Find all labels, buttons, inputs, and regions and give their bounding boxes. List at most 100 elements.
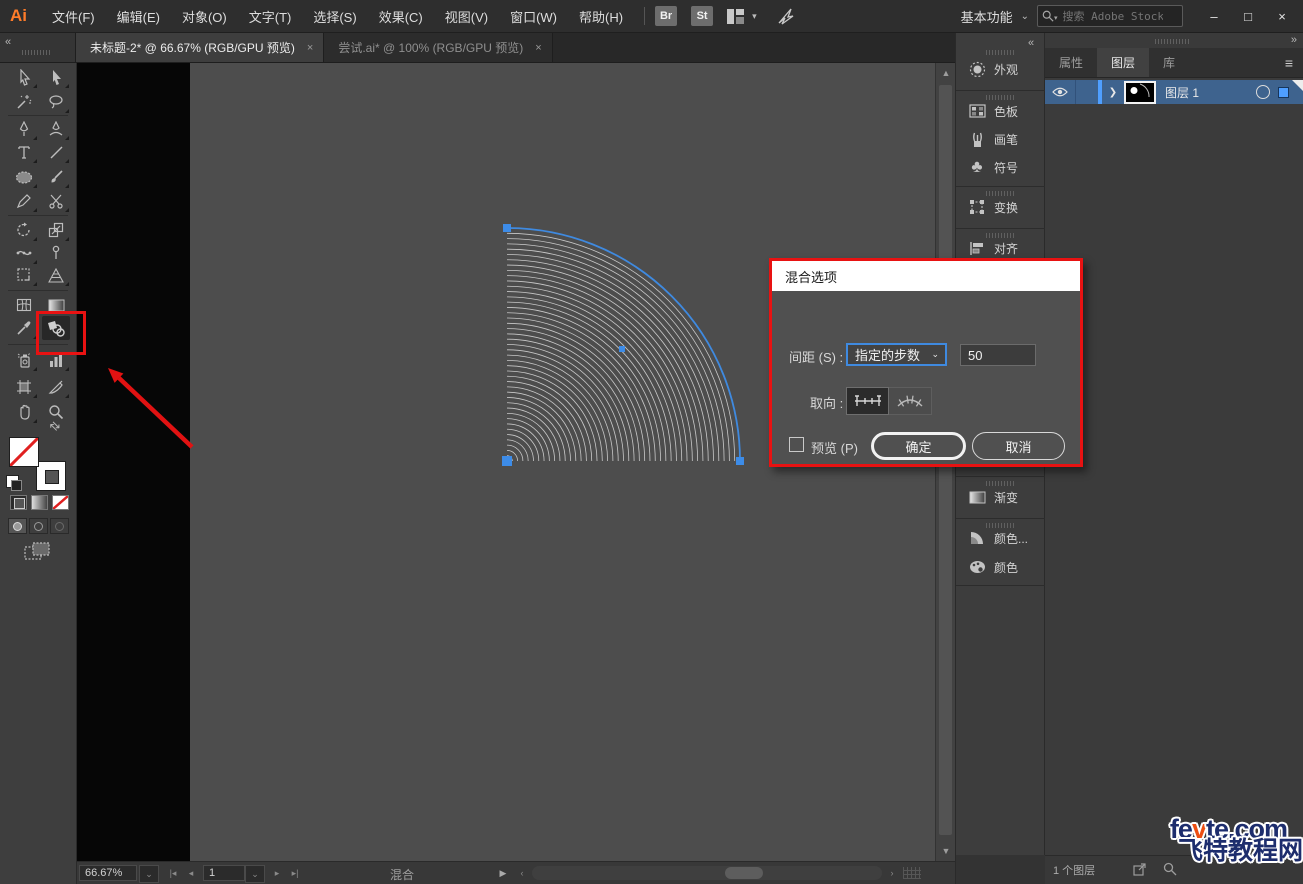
document-tab-inactive[interactable]: 尝试.ai* @ 100% (RGB/GPU 预览) ×	[324, 33, 552, 62]
search-input[interactable]	[1061, 9, 1165, 24]
none-mode-button[interactable]	[52, 495, 69, 510]
dock-gripper[interactable]	[986, 50, 1016, 55]
scroll-up-icon[interactable]: ▲	[936, 68, 955, 78]
draw-normal-mode-button[interactable]	[8, 518, 27, 534]
panel-button-color[interactable]: 颜色	[956, 554, 1046, 580]
menu-view[interactable]: 视图(V)	[434, 7, 499, 26]
puppet-warp-tool[interactable]	[42, 241, 70, 265]
slice-tool[interactable]	[42, 375, 70, 399]
stock-search-box[interactable]: ▾	[1037, 5, 1183, 27]
rotate-tool[interactable]	[10, 218, 38, 242]
document-tab-active[interactable]: 未标题-2* @ 66.67% (RGB/GPU 预览) ×	[76, 33, 324, 62]
arrange-documents-chevron-icon[interactable]: ▾	[752, 11, 757, 22]
default-fill-stroke-icon[interactable]	[6, 475, 19, 488]
screen-mode-button[interactable]	[24, 541, 52, 568]
dialog-title-bar[interactable]: 混合选项	[772, 261, 1080, 291]
menu-type[interactable]: 文字(T)	[238, 7, 303, 26]
fill-color-swatch[interactable]	[9, 437, 39, 467]
orientation-align-page-button[interactable]	[846, 387, 889, 415]
horizontal-scrollbar[interactable]	[532, 866, 882, 880]
panel-button-color-guide[interactable]: 颜色...	[956, 525, 1046, 551]
layer-visibility-eye-icon[interactable]	[1045, 87, 1075, 97]
spacing-dropdown[interactable]: 指定的步数 ⌄	[846, 343, 947, 366]
lasso-tool[interactable]	[42, 90, 70, 114]
horizontal-scrollbar-thumb[interactable]	[725, 867, 763, 879]
artboard-number-field[interactable]: 1	[203, 865, 245, 881]
status-menu-icon[interactable]: ▶	[495, 865, 511, 881]
panel-button-transform[interactable]: 变换	[956, 194, 1046, 220]
tab-layers[interactable]: 图层	[1097, 48, 1149, 77]
menu-select[interactable]: 选择(S)	[302, 7, 367, 26]
shaper-tool[interactable]	[10, 189, 38, 213]
curvature-tool[interactable]	[42, 117, 70, 141]
magic-wand-tool[interactable]	[10, 90, 38, 114]
stock-button[interactable]: St	[691, 6, 713, 26]
ellipse-tool[interactable]	[10, 165, 38, 189]
panel-button-brushes[interactable]: 画笔	[956, 126, 1046, 152]
expand-dock-icon[interactable]: »	[1291, 34, 1297, 46]
menu-help[interactable]: 帮助(H)	[568, 7, 634, 26]
direct-selection-tool[interactable]	[42, 65, 70, 89]
workspace-switcher[interactable]: 基本功能 ⌄	[961, 7, 1037, 26]
eyedropper-tool[interactable]	[10, 316, 38, 340]
share-rocket-icon[interactable]	[777, 7, 795, 25]
panel-menu-icon[interactable]: ≡	[1285, 48, 1303, 77]
close-button[interactable]: ×	[1265, 5, 1299, 27]
panel-button-swatches[interactable]: 色板	[956, 98, 1046, 124]
ok-button[interactable]: 确定	[871, 432, 966, 460]
free-transform-tool[interactable]	[10, 263, 38, 287]
paintbrush-tool[interactable]	[42, 165, 70, 189]
symbol-sprayer-tool[interactable]	[10, 348, 38, 372]
layer-target-icon[interactable]	[1256, 85, 1270, 99]
hscroll-left-icon[interactable]: ‹	[515, 865, 529, 881]
bridge-button[interactable]: Br	[655, 6, 677, 26]
layer-thumbnail[interactable]	[1124, 81, 1156, 104]
color-mode-button[interactable]	[10, 495, 27, 510]
gradient-mode-button[interactable]	[31, 495, 48, 510]
panel-gripper[interactable]	[1155, 39, 1189, 44]
menu-window[interactable]: 窗口(W)	[499, 7, 568, 26]
menu-edit[interactable]: 编辑(E)	[106, 7, 171, 26]
tab-properties[interactable]: 属性	[1045, 48, 1097, 77]
locate-object-icon[interactable]	[1163, 862, 1177, 879]
menu-effect[interactable]: 效果(C)	[368, 7, 434, 26]
arrange-documents-icon[interactable]	[727, 9, 744, 24]
tab-libraries[interactable]: 库	[1149, 48, 1189, 77]
collapse-dock-icon[interactable]: «	[1028, 37, 1034, 49]
zoom-level-field[interactable]: 66.67%	[79, 865, 137, 881]
type-tool[interactable]	[10, 140, 38, 164]
last-artboard-icon[interactable]: ▸|	[287, 865, 303, 881]
collapse-toolbar-icon[interactable]: «	[5, 36, 11, 48]
selection-tool[interactable]	[10, 65, 38, 89]
scissors-tool[interactable]	[42, 189, 70, 213]
minimize-button[interactable]: –	[1197, 5, 1231, 27]
width-tool[interactable]	[10, 241, 38, 265]
tab-close-icon[interactable]: ×	[307, 42, 313, 54]
statusbar-resize-grip[interactable]	[903, 867, 921, 879]
previous-artboard-icon[interactable]: ◂	[183, 865, 199, 881]
layer-selection-indicator[interactable]	[1278, 87, 1289, 98]
panel-button-gradient[interactable]: 渐变	[956, 484, 1046, 510]
panel-button-appearance[interactable]: 外观	[956, 56, 1046, 82]
artboard-dropdown-icon[interactable]: ⌄	[245, 865, 265, 883]
pen-tool[interactable]	[10, 117, 38, 141]
artboard-tool[interactable]	[10, 375, 38, 399]
menu-object[interactable]: 对象(O)	[171, 7, 238, 26]
draw-behind-mode-button[interactable]	[29, 518, 48, 534]
layer-expand-chevron-icon[interactable]: ❯	[1102, 87, 1124, 98]
line-segment-tool[interactable]	[42, 140, 70, 164]
next-artboard-icon[interactable]: ▸	[269, 865, 285, 881]
first-artboard-icon[interactable]: |◂	[165, 865, 181, 881]
hand-tool[interactable]	[10, 400, 38, 424]
maximize-button[interactable]: □	[1231, 5, 1265, 27]
perspective-grid-tool[interactable]	[42, 263, 70, 287]
illustrator-logo[interactable]: Ai	[10, 6, 27, 26]
tab-close-icon[interactable]: ×	[535, 42, 541, 54]
zoom-dropdown-icon[interactable]: ⌄	[139, 865, 159, 883]
collect-export-icon[interactable]	[1133, 862, 1147, 879]
hscroll-right-icon[interactable]: ›	[885, 865, 899, 881]
steps-input[interactable]	[960, 344, 1036, 366]
stroke-color-swatch[interactable]	[36, 461, 66, 491]
panel-button-symbols[interactable]: ♣ 符号	[956, 154, 1046, 180]
preview-checkbox[interactable]	[789, 437, 804, 452]
